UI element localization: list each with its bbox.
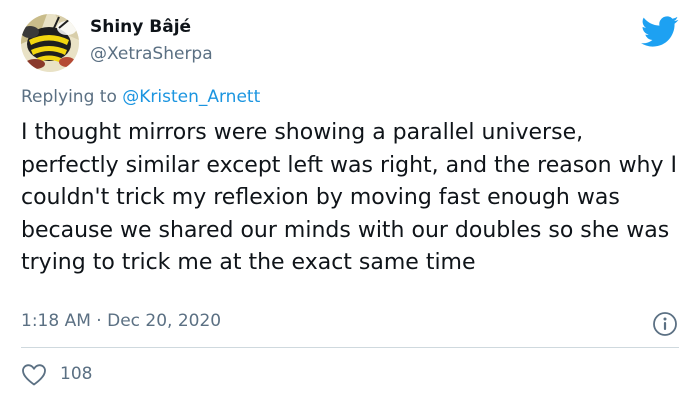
timestamp-separator: · xyxy=(90,311,108,331)
heart-icon[interactable] xyxy=(21,363,47,387)
reply-context: Replying to @Kristen_Arnett xyxy=(21,87,260,107)
divider xyxy=(21,347,679,348)
like-count: 108 xyxy=(60,364,93,384)
reply-prefix: Replying to xyxy=(21,87,123,107)
reply-mention-link[interactable]: @Kristen_Arnett xyxy=(122,87,260,107)
tweet-time[interactable]: 1:18 AM xyxy=(21,311,91,331)
display-name[interactable]: Shiny Bâjé xyxy=(90,17,191,37)
info-icon[interactable] xyxy=(652,311,678,337)
avatar-image xyxy=(21,14,79,72)
tweet-timestamp[interactable]: 1:18 AM · Dec 20, 2020 xyxy=(21,311,221,331)
twitter-bird-icon[interactable] xyxy=(641,16,679,48)
tweet-text: I thought mirrors were showing a paralle… xyxy=(21,120,678,275)
user-handle[interactable]: @XetraSherpa xyxy=(90,44,213,64)
tweet-date[interactable]: Dec 20, 2020 xyxy=(107,311,221,331)
tweet-card: Shiny Bâjé @XetraSherpa Replying to @Kri… xyxy=(0,0,700,402)
avatar[interactable] xyxy=(21,14,79,72)
